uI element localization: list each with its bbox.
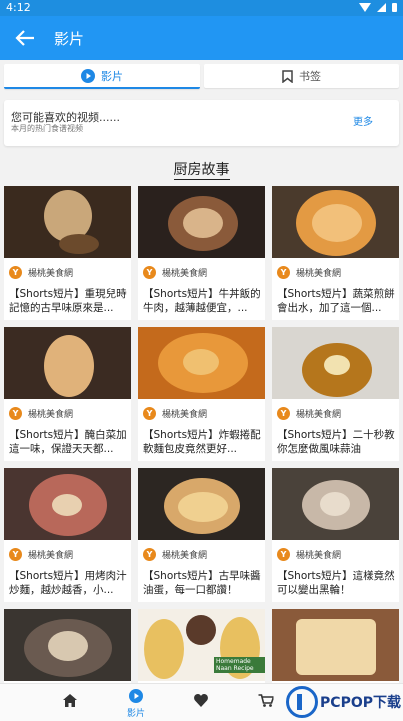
thumbnail-caption: Homemade Naan Recipe <box>214 657 265 673</box>
video-title: 【Shorts短片】蔬菜煎餅會出水，加了這一個... <box>277 288 395 314</box>
signal-icon <box>377 3 386 12</box>
video-card[interactable] <box>4 609 131 683</box>
channel-row: Y 楊桃美食網 <box>143 407 207 420</box>
video-thumbnail <box>4 186 131 258</box>
channel-logo: Y <box>9 407 22 420</box>
suggestion-subtitle: 本月的热门食谱视频 <box>11 124 83 133</box>
video-title: 【Shorts短片】醃白菜加這一味，保證天天都... <box>9 429 127 455</box>
video-grid: Y 楊桃美食網 【Shorts短片】重現兒時記憶的古早味原來是... Y 楊桃美食網… <box>4 186 399 683</box>
video-thumbnail <box>138 327 265 399</box>
video-thumbnail: Homemade Naan Recipe <box>138 609 265 681</box>
video-thumbnail <box>4 468 131 540</box>
video-thumbnail <box>4 609 131 681</box>
video-thumbnail <box>272 609 399 681</box>
channel-logo: Y <box>143 407 156 420</box>
channel-row: Y 楊桃美食網 <box>277 266 341 279</box>
channel-row: Y 楊桃美食網 <box>143 266 207 279</box>
watermark-text: PCPOP下载 <box>320 695 401 711</box>
wifi-icon <box>359 3 371 12</box>
section-title: 厨房故事 <box>0 159 403 180</box>
video-card[interactable] <box>272 609 399 683</box>
video-card[interactable]: Y 楊桃美食網 【Shorts短片】二十秒教你怎麼做風味蒜油 <box>272 327 399 461</box>
channel-logo: Y <box>9 548 22 561</box>
video-card[interactable]: Homemade Naan Recipe <box>138 609 265 683</box>
channel-name: 楊桃美食網 <box>296 269 342 279</box>
heart-icon <box>194 692 208 711</box>
video-card[interactable]: Y 楊桃美食網 【Shorts短片】醃白菜加這一味，保證天天都... <box>4 327 131 461</box>
back-button[interactable] <box>14 28 36 48</box>
play-circle-icon <box>129 688 143 707</box>
section-title-text: 厨房故事 <box>173 162 230 180</box>
channel-name: 楊桃美食網 <box>162 410 208 420</box>
video-card[interactable]: Y 楊桃美食網 【Shorts短片】古早味醬油蛋，每一口都讚！ <box>138 468 265 602</box>
video-card[interactable]: Y 楊桃美食網 【Shorts短片】牛丼飯的牛肉，越薄越便宜，... <box>138 186 265 320</box>
channel-row: Y 楊桃美食網 <box>9 548 73 561</box>
channel-row: Y 楊桃美食網 <box>277 548 341 561</box>
cart-icon <box>258 692 275 711</box>
channel-logo: Y <box>9 266 22 279</box>
channel-row: Y 楊桃美食網 <box>9 266 73 279</box>
video-title: 【Shorts短片】古早味醬油蛋，每一口都讚！ <box>143 570 261 596</box>
tab-bar: 影片 书签 <box>0 60 403 92</box>
status-icons <box>359 3 397 12</box>
video-thumbnail <box>272 468 399 540</box>
page-title: 影片 <box>54 30 85 48</box>
app-bar: 影片 <box>0 16 403 60</box>
video-thumbnail <box>138 186 265 258</box>
channel-name: 楊桃美食網 <box>28 551 74 561</box>
channel-row: Y 楊桃美食網 <box>9 407 73 420</box>
video-title: 【Shorts短片】這樣竟然可以變出黑輪！ <box>277 570 395 596</box>
channel-row: Y 楊桃美食網 <box>277 407 341 420</box>
video-card[interactable]: Y 楊桃美食網 【Shorts短片】用烤肉汁炒麵，越炒越香，小... <box>4 468 131 602</box>
video-thumbnail <box>272 327 399 399</box>
play-circle-icon <box>81 68 95 83</box>
channel-name: 楊桃美食網 <box>28 410 74 420</box>
channel-name: 楊桃美食網 <box>296 551 342 561</box>
video-card[interactable]: Y 楊桃美食網 【Shorts短片】炸蝦捲配軟麵包皮竟然更好... <box>138 327 265 461</box>
video-card[interactable]: Y 楊桃美食網 【Shorts短片】重現兒時記憶的古早味原來是... <box>4 186 131 320</box>
more-link[interactable]: 更多 <box>353 113 373 128</box>
channel-logo: Y <box>277 548 290 561</box>
video-title: 【Shorts短片】用烤肉汁炒麵，越炒越香，小... <box>9 570 127 596</box>
video-thumbnail <box>4 327 131 399</box>
video-title: 【Shorts短片】牛丼飯的牛肉，越薄越便宜，... <box>143 288 261 314</box>
channel-logo: Y <box>143 266 156 279</box>
status-bar: 4:12 <box>0 0 403 16</box>
video-card[interactable]: Y 楊桃美食網 【Shorts短片】這樣竟然可以變出黑輪！ <box>272 468 399 602</box>
video-title: 【Shorts短片】二十秒教你怎麼做風味蒜油 <box>277 429 395 455</box>
bookmark-icon <box>282 69 293 83</box>
home-icon <box>63 692 77 711</box>
video-title: 【Shorts短片】重現兒時記憶的古早味原來是... <box>9 288 127 314</box>
status-time: 4:12 <box>6 1 31 14</box>
tab-bookmarks-label: 书签 <box>299 70 321 83</box>
channel-row: Y 楊桃美食網 <box>143 548 207 561</box>
channel-name: 楊桃美食網 <box>162 269 208 279</box>
channel-logo: Y <box>277 266 290 279</box>
channel-name: 楊桃美食網 <box>296 410 342 420</box>
video-thumbnail <box>272 186 399 258</box>
channel-name: 楊桃美食網 <box>28 269 74 279</box>
tab-videos[interactable]: 影片 <box>4 64 200 89</box>
tab-videos-label: 影片 <box>101 69 123 83</box>
watermark: PCPOP下载 <box>286 686 401 718</box>
video-thumbnail <box>138 468 265 540</box>
watermark-logo-icon <box>286 686 319 718</box>
channel-logo: Y <box>277 407 290 420</box>
arrow-back-icon <box>15 30 34 46</box>
tab-bookmarks[interactable]: 书签 <box>204 64 399 88</box>
suggestion-banner: 您可能喜欢的视频...... 本月的热门食谱视频 更多 <box>4 100 399 146</box>
video-card[interactable]: Y 楊桃美食網 【Shorts短片】蔬菜煎餅會出水，加了這一個... <box>272 186 399 320</box>
channel-logo: Y <box>143 548 156 561</box>
video-title: 【Shorts短片】炸蝦捲配軟麵包皮竟然更好... <box>143 429 261 455</box>
battery-icon <box>392 3 397 12</box>
channel-name: 楊桃美食網 <box>162 551 208 561</box>
